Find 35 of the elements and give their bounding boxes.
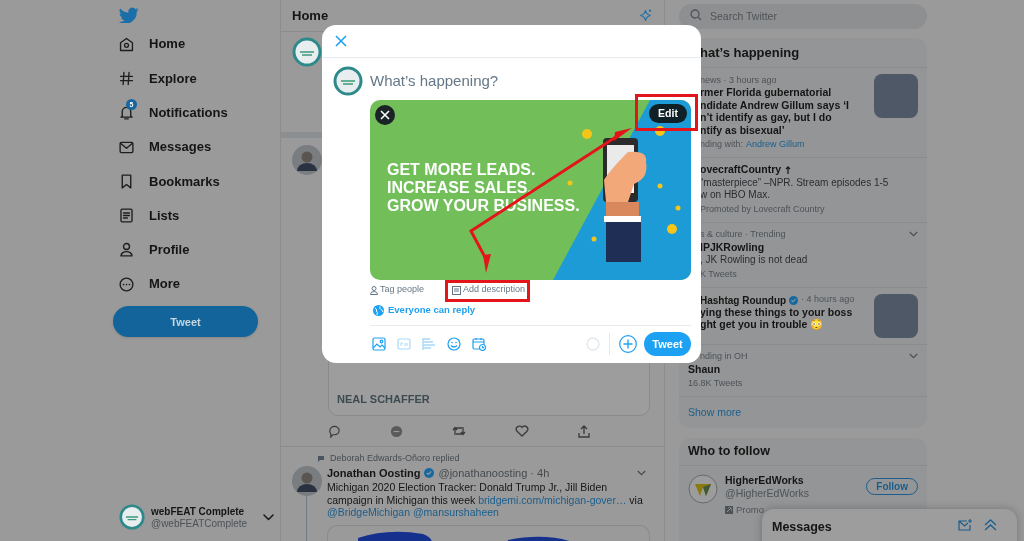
author-name: Jonathan Oosting bbox=[327, 465, 421, 481]
trend-context: news · 3 hours ago bbox=[700, 73, 777, 87]
trend-title: rmer Florida gubernatorial bbox=[700, 85, 832, 101]
section-title: Who to follow bbox=[688, 443, 770, 461]
card-caption: NEAL SCHAFFER bbox=[337, 391, 430, 407]
trend-title: IPJKRowling bbox=[700, 239, 765, 255]
trend-meta: 16.8K Tweets bbox=[688, 377, 743, 391]
trend-title: Shaun bbox=[688, 361, 721, 377]
account-handle: @webFEATComplete bbox=[151, 517, 249, 530]
trend-meta: nding with: bbox=[700, 138, 744, 152]
reply-context: Deborah Edwards-Oñoro replied bbox=[330, 452, 460, 466]
account-handle: @HigherEdWorks bbox=[725, 487, 810, 500]
trend-context: · 4 hours ago bbox=[801, 293, 855, 307]
trend-context: s & culture · Trending bbox=[700, 228, 786, 242]
promoted-label: Promo bbox=[736, 503, 764, 517]
trend-text: , JK Rowling is not dead bbox=[699, 254, 809, 267]
trend-title: ying these things to your boss bbox=[700, 305, 853, 319]
timeline-title: Home bbox=[292, 6, 329, 25]
tweet-text: Michigan 2020 Election Tracker: Donald Trump Jr., Jill Biden campaign in Michigan this week bridgemi.com/michigan-gover… via @BridgeMichigan @mansurshaheen bbox=[327, 481, 644, 519]
account-name: webFEAT Complete bbox=[151, 504, 246, 518]
tweet-time: · 4h bbox=[530, 465, 550, 481]
trend-title: ndidate Andrew Gillum says ‘I bbox=[700, 98, 849, 113]
trend-meta: Promoted by Lovecraft Country bbox=[700, 202, 825, 216]
trend-title: ovecraftCountry bbox=[700, 162, 782, 178]
trend-meta: K Tweets bbox=[700, 267, 737, 281]
trend-source: Hashtag Roundup bbox=[700, 293, 787, 308]
trend-text: “masterpiece” –NPR. Stream episodes 1-5 bbox=[699, 176, 890, 189]
account-name: HigherEdWorks bbox=[725, 474, 805, 487]
trend-title: n’t identify as gay, but I do bbox=[700, 111, 832, 126]
trend-title: ght get you in trouble 😳 bbox=[700, 318, 824, 333]
trend-title: ntify as bisexual’ bbox=[700, 123, 785, 138]
drawer-title: Messages bbox=[772, 519, 832, 536]
author-handle: @jonathanoosting bbox=[438, 465, 528, 481]
trend-context: nding in OH bbox=[700, 350, 748, 364]
section-title: hat’s happening bbox=[700, 43, 800, 62]
